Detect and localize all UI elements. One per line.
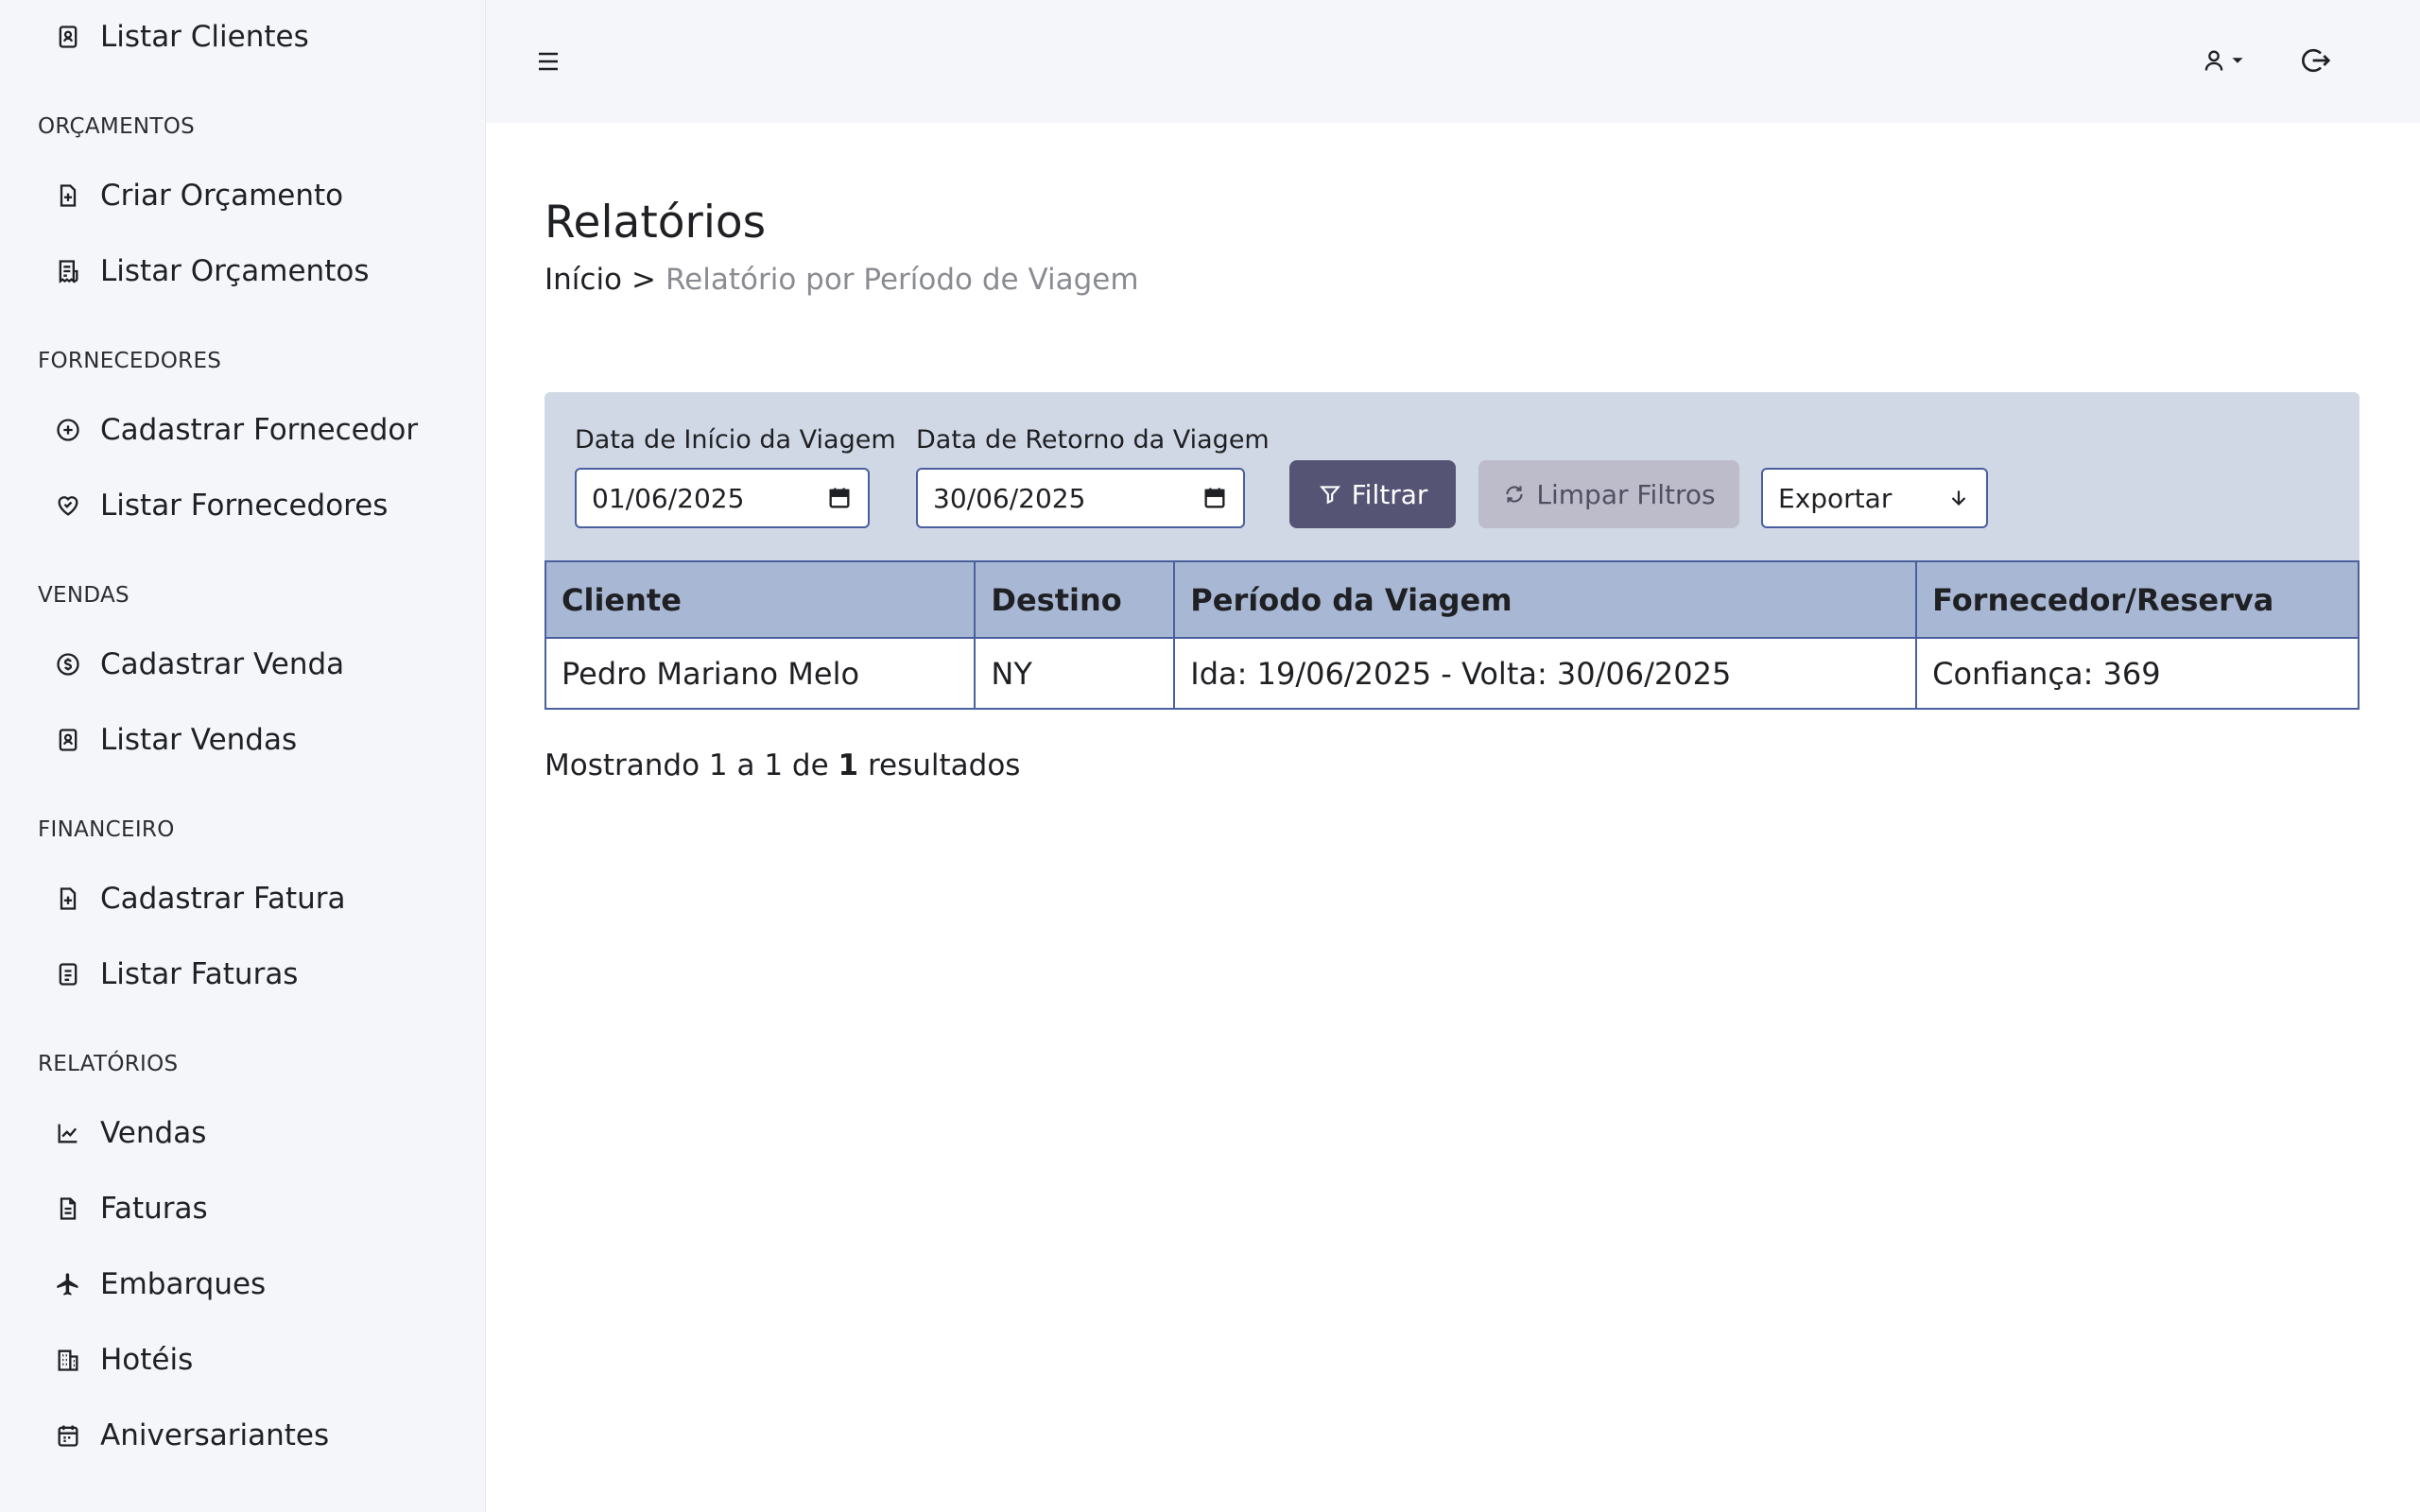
sidebar-item-relatorio-aniversariantes[interactable]: Aniversariantes xyxy=(38,1409,329,1462)
sidebar-item-label: Cadastrar Venda xyxy=(100,647,345,681)
hamburger-icon[interactable] xyxy=(529,43,567,80)
coin-icon xyxy=(38,645,100,683)
sidebar: Listar Clientes ORÇAMENTOS Criar Orçamen… xyxy=(0,0,486,1512)
start-date-input[interactable]: 01/06/2025 xyxy=(575,468,870,528)
sidebar-item-cadastrar-venda[interactable]: Cadastrar Venda xyxy=(38,638,344,691)
results-total: 1 xyxy=(838,748,859,782)
receipt-list-icon xyxy=(38,252,100,290)
table-header-row: Cliente Destino Período da Viagem Fornec… xyxy=(544,560,2360,639)
sidebar-item-label: Embarques xyxy=(100,1267,267,1301)
arrow-down-icon xyxy=(1951,490,1966,507)
sidebar-item-listar-orcamentos[interactable]: Listar Orçamentos xyxy=(38,245,369,298)
clear-filters-label: Limpar Filtros xyxy=(1536,478,1716,510)
user-menu-button[interactable] xyxy=(2201,42,2257,79)
page-title: Relatórios xyxy=(544,197,767,249)
column-header-destino[interactable]: Destino xyxy=(974,560,1176,639)
sidebar-item-listar-faturas[interactable]: Listar Faturas xyxy=(38,948,298,1001)
line-chart-icon xyxy=(38,1114,100,1152)
breadcrumb-current: Relatório por Período de Viagem xyxy=(666,263,1139,297)
sidebar-item-label: Criar Orçamento xyxy=(100,179,344,213)
results-suffix: resultados xyxy=(867,748,1021,782)
column-header-cliente[interactable]: Cliente xyxy=(544,560,977,639)
sidebar-item-listar-vendas[interactable]: Listar Vendas xyxy=(38,713,297,766)
sidebar-section-financeiro: FINANCEIRO xyxy=(38,817,175,842)
breadcrumb-home-link[interactable]: Início xyxy=(544,263,622,297)
sidebar-item-label: Listar Faturas xyxy=(100,957,299,991)
logout-icon[interactable] xyxy=(2297,42,2335,79)
end-date-value: 30/06/2025 xyxy=(933,482,1086,514)
contact-card-icon xyxy=(38,18,100,56)
sidebar-item-relatorio-embarques[interactable]: Embarques xyxy=(38,1258,266,1311)
sidebar-item-listar-clientes[interactable]: Listar Clientes xyxy=(38,10,309,63)
document-list-icon xyxy=(38,955,100,993)
circle-plus-icon xyxy=(38,411,100,449)
refresh-icon xyxy=(1506,486,1524,503)
end-date-input[interactable]: 30/06/2025 xyxy=(916,468,1245,528)
file-plus-icon xyxy=(38,880,100,918)
airplane-icon xyxy=(38,1265,100,1303)
cell-periodo: Ida: 19/06/2025 - Volta: 30/06/2025 xyxy=(1173,637,1918,710)
caret-down-icon xyxy=(2232,58,2243,63)
cell-destino: NY xyxy=(974,637,1176,710)
sidebar-section-relatorios: RELATÓRIOS xyxy=(38,1052,179,1076)
topbar xyxy=(486,0,2420,123)
filter-button-label: Filtrar xyxy=(1351,478,1428,510)
end-date-label: Data de Retorno da Viagem xyxy=(916,425,1270,455)
cell-fornecedor: Confiança: 369 xyxy=(1915,637,2360,710)
breadcrumb-separator: > xyxy=(631,263,657,297)
results-summary: Mostrando 1 a 1 de 1 resultados xyxy=(544,748,1020,782)
sidebar-item-relatorio-vendas[interactable]: Vendas xyxy=(38,1107,206,1160)
column-header-fornecedor[interactable]: Fornecedor/Reserva xyxy=(1915,560,2360,639)
document-icon xyxy=(38,1190,100,1228)
column-header-periodo[interactable]: Período da Viagem xyxy=(1173,560,1918,639)
sidebar-item-cadastrar-fatura[interactable]: Cadastrar Fatura xyxy=(38,872,346,925)
filter-button[interactable]: Filtrar xyxy=(1289,460,1456,528)
export-select[interactable]: Exportar xyxy=(1761,468,1988,528)
sidebar-section-orcamentos: ORÇAMENTOS xyxy=(38,114,196,139)
results-prefix: Mostrando 1 a 1 de xyxy=(544,748,829,782)
report-table: Cliente Destino Período da Viagem Fornec… xyxy=(544,560,2360,710)
sidebar-item-label: Listar Vendas xyxy=(100,723,298,757)
sidebar-item-cadastrar-fornecedor[interactable]: Cadastrar Fornecedor xyxy=(38,404,418,456)
sidebar-item-label: Listar Orçamentos xyxy=(100,254,370,288)
contact-card-icon xyxy=(38,721,100,759)
start-date-value: 01/06/2025 xyxy=(592,482,745,514)
table-row[interactable]: Pedro Mariano Melo NY Ida: 19/06/2025 - … xyxy=(544,637,2360,710)
calendar-icon xyxy=(38,1417,100,1454)
sidebar-item-relatorio-faturas[interactable]: Faturas xyxy=(38,1182,208,1235)
sidebar-section-fornecedores: FORNECEDORES xyxy=(38,349,222,373)
funnel-icon xyxy=(1319,486,1340,505)
clear-filters-button[interactable]: Limpar Filtros xyxy=(1478,460,1739,528)
calendar-icon[interactable] xyxy=(1201,485,1228,511)
calendar-icon[interactable] xyxy=(826,485,853,511)
sidebar-item-label: Aniversariantes xyxy=(100,1418,330,1452)
export-select-value: Exportar xyxy=(1778,482,1893,514)
sidebar-item-label: Cadastrar Fornecedor xyxy=(100,413,419,447)
sidebar-item-relatorio-hoteis[interactable]: Hotéis xyxy=(38,1333,193,1386)
breadcrumb: Início > Relatório por Período de Viagem xyxy=(544,263,1139,297)
sidebar-item-label: Vendas xyxy=(100,1116,207,1150)
cell-cliente: Pedro Mariano Melo xyxy=(544,637,977,710)
sidebar-item-criar-orcamento[interactable]: Criar Orçamento xyxy=(38,169,343,222)
sidebar-section-vendas: VENDAS xyxy=(38,583,130,608)
user-icon xyxy=(2204,50,2223,71)
sidebar-item-label: Hotéis xyxy=(100,1343,194,1377)
sidebar-item-label: Listar Clientes xyxy=(100,20,309,54)
file-plus-icon xyxy=(38,177,100,215)
sidebar-item-label: Faturas xyxy=(100,1192,208,1226)
sidebar-item-label: Listar Fornecedores xyxy=(100,489,389,523)
building-icon xyxy=(38,1341,100,1379)
heart-handshake-icon xyxy=(38,487,100,524)
sidebar-item-label: Cadastrar Fatura xyxy=(100,882,346,916)
sidebar-item-listar-fornecedores[interactable]: Listar Fornecedores xyxy=(38,479,388,532)
start-date-label: Data de Início da Viagem xyxy=(575,425,896,455)
